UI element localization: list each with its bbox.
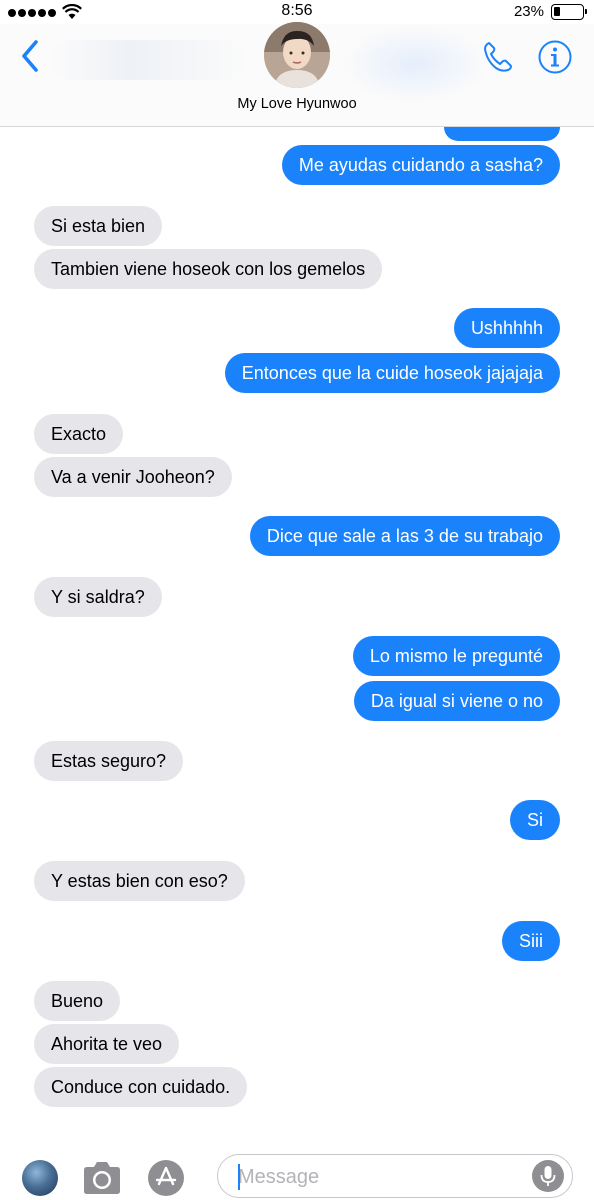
camera-icon[interactable] xyxy=(81,1160,123,1196)
message-bubble-sent[interactable]: Ushhhhh xyxy=(453,308,560,348)
message-bubble-received[interactable]: Y si saldra? xyxy=(17,577,162,618)
message-bubble-sent[interactable]: Lo mismo le pregunté xyxy=(352,636,560,676)
microphone-icon[interactable] xyxy=(532,1160,564,1192)
message-bubble-received[interactable]: Estas seguro? xyxy=(16,741,184,782)
message-bubble-sent[interactable]: Entonces que la cuide hoseok jajajaja xyxy=(224,353,578,394)
message-bubble-received[interactable]: Bueno xyxy=(34,981,121,1021)
message-bubble-received[interactable]: Ahorita te veo xyxy=(34,1024,180,1064)
message-bubble-received[interactable]: Y estas bien con eso? xyxy=(17,861,245,902)
app-store-icon[interactable] xyxy=(148,1160,184,1196)
app-store-glyph xyxy=(155,1166,177,1186)
compose-bar xyxy=(0,1150,594,1200)
message-bubble-received[interactable]: Conduce con cuidado. xyxy=(16,1067,248,1108)
message-bubble-sent[interactable]: Me ayudas cuidando a sasha? xyxy=(281,145,578,186)
message-input[interactable] xyxy=(238,1163,518,1191)
message-bubble-received[interactable]: Va a venir Jooheon? xyxy=(17,457,232,498)
message-bubble-sent[interactable]: Da igual si viene o no xyxy=(353,681,578,722)
message-bubble-received[interactable]: Exacto xyxy=(34,414,124,454)
message-bubble-sent[interactable]: Dice que sale a las 3 de su trabajo xyxy=(249,516,578,557)
message-bubble-received[interactable]: Tambien viene hoseok con los gemelos xyxy=(16,249,383,290)
message-bubble-sent[interactable] xyxy=(444,127,560,141)
message-bubble-sent[interactable]: Si xyxy=(509,800,578,841)
message-field[interactable] xyxy=(217,1154,573,1198)
message-bubble-sent[interactable]: Siii xyxy=(501,921,578,962)
photos-app-icon[interactable] xyxy=(22,1160,58,1196)
microphone-glyph xyxy=(540,1166,556,1186)
message-bubble-received[interactable]: Si esta bien xyxy=(34,206,163,246)
text-caret xyxy=(238,1164,240,1190)
message-list[interactable]: Me ayudas cuidando a sasha? Si esta bien… xyxy=(0,0,594,1200)
